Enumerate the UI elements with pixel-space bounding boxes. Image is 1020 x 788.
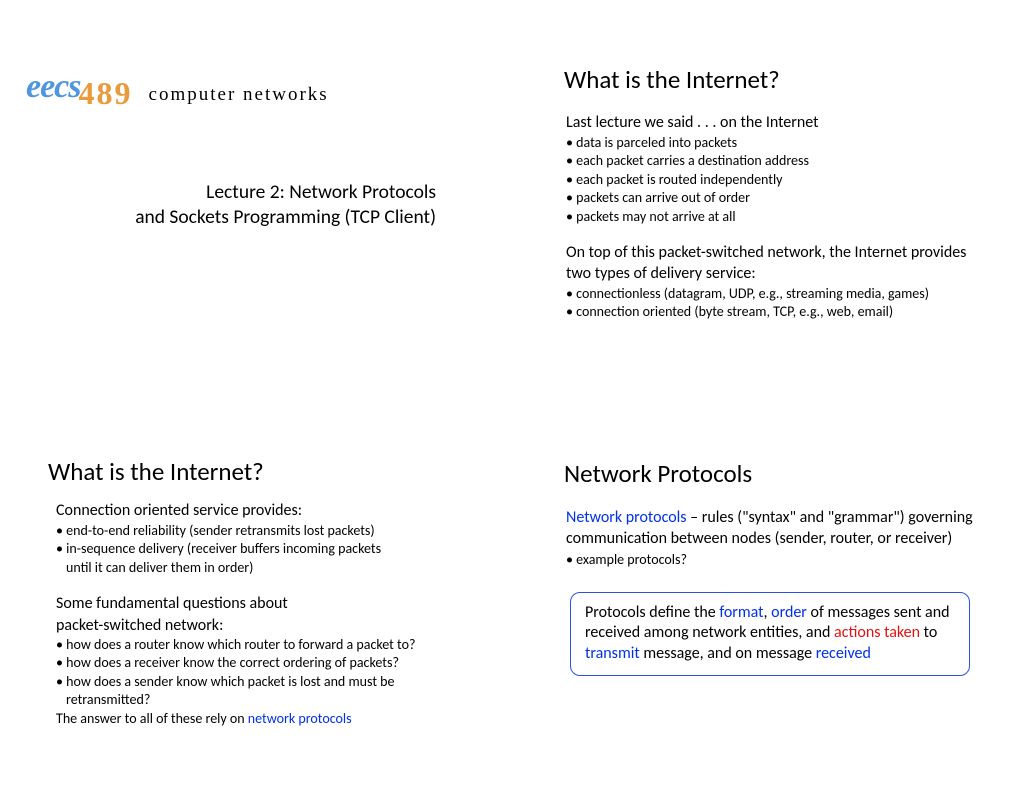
lecture-title: Lecture 2: Network Protocols and Sockets… [26, 180, 484, 230]
bullet-cont: retransmitted? [56, 691, 466, 709]
bullet: • end-to-end reliability (sender retrans… [56, 522, 466, 540]
box-actions: actions taken [834, 623, 920, 642]
questions-intro-2: packet-switched network: [56, 615, 466, 636]
bullet: • how does a receiver know the correct o… [56, 654, 466, 672]
slide-body: Connection oriented service provides: • … [56, 501, 466, 728]
box-received: received [816, 644, 871, 663]
lecture-line-2: and Sockets Programming (TCP Client) [26, 205, 436, 230]
bullet: • packets can arrive out of order [566, 189, 976, 207]
intro-line: Connection oriented service provides: [56, 501, 466, 520]
bullet: • each packet carries a destination addr… [566, 152, 976, 170]
eecs-label: eecs [26, 70, 81, 104]
example-bullet: • example protocols? [566, 551, 976, 569]
questions-intro-1: Some fundamental questions about [56, 593, 466, 614]
course-badge: eecs 489 computer networks [26, 70, 484, 104]
intro-line: Last lecture we said . . . on the Intern… [566, 113, 976, 132]
slide-heading: What is the Internet? [48, 456, 484, 487]
answer-link: network protocols [248, 710, 352, 727]
box-text: to [920, 623, 937, 642]
delivery-list: • connectionless (datagram, UDP, e.g., s… [566, 285, 976, 322]
box-format: format [719, 603, 763, 622]
box-text: Protocols define the [585, 603, 719, 622]
bullet-list: • end-to-end reliability (sender retrans… [56, 522, 466, 577]
question-list: • how does a router know which router to… [56, 636, 466, 710]
definition-box: Protocols define the format, order of me… [570, 592, 970, 676]
course-title: computer networks [149, 84, 329, 106]
slide-what-is-internet-2: What is the Internet? Connection oriente… [0, 394, 510, 788]
box-order: order [771, 603, 807, 622]
slide-heading: Network Protocols [564, 458, 994, 489]
answer-pre: The answer to all of these rely on [56, 710, 248, 727]
slide-body: Last lecture we said . . . on the Intern… [566, 113, 976, 322]
term: Network protocols [566, 508, 687, 527]
bullet: • each packet is routed independently [566, 171, 976, 189]
slide-heading: What is the Internet? [564, 64, 994, 95]
bullet-cont: until it can deliver them in order) [56, 559, 466, 577]
definition: Network protocols – rules ("syntax" and … [566, 507, 976, 549]
slide-body: Network protocols – rules ("syntax" and … [566, 507, 976, 570]
box-text: , [764, 603, 772, 622]
slide-what-is-internet-1: What is the Internet? Last lecture we sa… [510, 0, 1020, 394]
bullet: • connection oriented (byte stream, TCP,… [566, 303, 976, 321]
bullet-list: • data is parceled into packets • each p… [566, 134, 976, 226]
course-number: 489 [79, 75, 133, 112]
bullet: • how does a router know which router to… [56, 636, 466, 654]
slide-network-protocols: Network Protocols Network protocols – ru… [510, 394, 1020, 788]
box-text: message, and on message [640, 644, 816, 663]
bullet: • connectionless (datagram, UDP, e.g., s… [566, 285, 976, 303]
box-transmit: transmit [585, 644, 640, 663]
delivery-intro: On top of this packet-switched network, … [566, 242, 976, 284]
bullet: • data is parceled into packets [566, 134, 976, 152]
lecture-line-1: Lecture 2: Network Protocols [26, 180, 436, 205]
bullet: • in-sequence delivery (receiver buffers… [56, 540, 466, 558]
bullet: • how does a sender know which packet is… [56, 673, 466, 691]
answer-line: The answer to all of these rely on netwo… [56, 710, 466, 728]
slide-title: eecs 489 computer networks Lecture 2: Ne… [0, 0, 510, 394]
bullet: • packets may not arrive at all [566, 208, 976, 226]
